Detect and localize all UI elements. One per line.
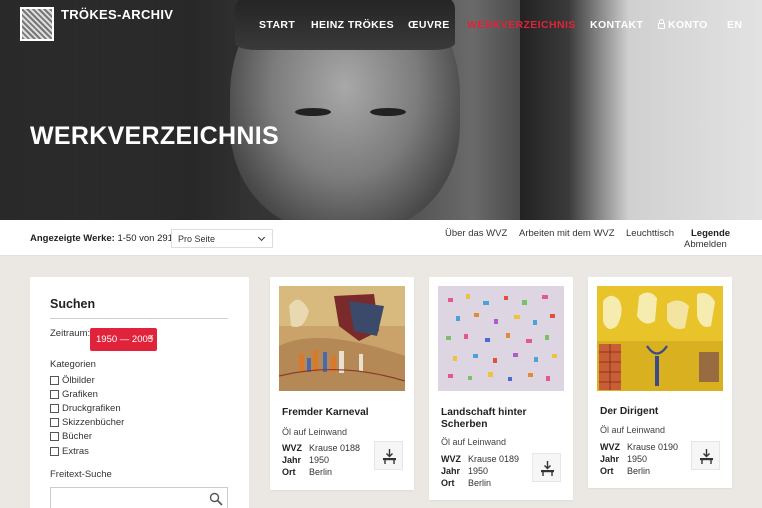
checkbox[interactable] [50, 403, 59, 413]
work-meta: WVZ Krause 0188 Jahr 1950 Ort Berlin [282, 443, 361, 477]
divider [50, 318, 228, 319]
search-sidebar: Suchen Zeitraum: 1950 — 2005 × Kategorie… [30, 277, 249, 508]
result-count: Angezeigte Werke: 1-50 von 2916 [30, 233, 179, 244]
page-title: WERKVERZEICHNIS [30, 122, 279, 150]
lightbox-add-icon [700, 449, 713, 464]
kategorien-label: Kategorien [50, 359, 96, 370]
checkbox[interactable] [50, 418, 59, 428]
kategorie-oelbilder[interactable]: Ölbilder [50, 373, 124, 387]
hero-banner: TRÖKES-ARCHIV START HEINZ TRÖKES ŒUVRE W… [0, 0, 762, 220]
kategorien-list: Ölbilder Grafiken Druckgrafiken Skizzenb… [50, 373, 124, 458]
nav-item-werkverzeichnis[interactable]: WERKVERZEICHNIS [467, 19, 576, 31]
work-title[interactable]: Landschaft hinter Scherben [441, 407, 566, 431]
nav-item-language-en[interactable]: EN [727, 19, 742, 31]
kategorie-buecher[interactable]: Bücher [50, 430, 124, 444]
search-icon[interactable] [209, 492, 223, 506]
hero-background [520, 0, 762, 220]
work-technique: Öl auf Leinwand [441, 437, 507, 447]
freitext-search-input[interactable] [50, 487, 228, 508]
kategorie-druckgrafiken[interactable]: Druckgrafiken [50, 401, 124, 415]
nav-item-heinz-troekes[interactable]: HEINZ TRÖKES [311, 19, 394, 31]
add-to-lightbox-button[interactable] [691, 441, 720, 470]
nav-item-oeuvre[interactable]: ŒUVRE [408, 19, 450, 31]
kategorie-extras[interactable]: Extras [50, 444, 124, 458]
lightbox-add-icon [383, 449, 396, 464]
work-card[interactable]: Fremder Karneval Öl auf Leinwand WVZ Krau… [270, 277, 414, 490]
checkbox[interactable] [50, 375, 59, 385]
chevron-down-icon [257, 233, 266, 242]
work-card[interactable]: Landschaft hinter Scherben Öl auf Leinwa… [429, 277, 573, 500]
zeitraum-filter-pill[interactable]: 1950 — 2005 × [90, 328, 157, 351]
kategorie-skizzenbuecher[interactable]: Skizzenbücher [50, 416, 124, 430]
work-title[interactable]: Fremder Karneval [282, 407, 407, 419]
lock-icon [658, 19, 665, 29]
checkbox[interactable] [50, 389, 59, 399]
link-leuchttisch[interactable]: Leuchttisch [626, 228, 674, 239]
results-toolbar: Angezeigte Werke: 1-50 von 2916 Pro Seit… [0, 220, 762, 256]
work-meta: WVZ Krause 0190 Jahr 1950 Ort Berlin [600, 442, 679, 476]
link-ueber-das-wvz[interactable]: Über das WVZ [445, 228, 507, 239]
artwork-image-der-dirigent[interactable] [597, 286, 723, 391]
link-legende[interactable]: Legende [691, 228, 730, 239]
lightbox-add-icon [541, 461, 554, 476]
work-meta: WVZ Krause 0189 Jahr 1950 Ort Berlin [441, 454, 520, 488]
zeitraum-label: Zeitraum: [50, 328, 91, 339]
freitext-label: Freitext-Suche [50, 469, 112, 480]
close-icon[interactable]: × [149, 332, 154, 342]
work-technique: Öl auf Leinwand [282, 427, 348, 437]
work-technique: Öl auf Leinwand [600, 425, 666, 435]
nav-item-konto[interactable]: KONTO [658, 19, 708, 31]
link-abmelden[interactable]: Abmelden [684, 239, 727, 250]
artwork-image-landschaft-hinter-scherben[interactable] [438, 286, 564, 391]
kategorie-grafiken[interactable]: Grafiken [50, 387, 124, 401]
main-nav: START HEINZ TRÖKES ŒUVRE WERKVERZEICHNIS… [0, 19, 762, 33]
link-arbeiten-mit-dem-wvz[interactable]: Arbeiten mit dem WVZ [519, 228, 615, 239]
nav-item-kontakt[interactable]: KONTAKT [590, 19, 643, 31]
checkbox[interactable] [50, 432, 59, 442]
work-card[interactable]: Der Dirigent Öl auf Leinwand WVZ Krause 0… [588, 277, 732, 488]
add-to-lightbox-button[interactable] [374, 441, 403, 470]
per-page-select[interactable]: Pro Seite [171, 229, 273, 248]
checkbox[interactable] [50, 446, 59, 456]
search-title: Suchen [50, 297, 96, 311]
nav-item-start[interactable]: START [259, 19, 295, 31]
artwork-image-fremder-karneval[interactable] [279, 286, 405, 391]
work-title[interactable]: Der Dirigent [600, 406, 725, 418]
add-to-lightbox-button[interactable] [532, 453, 561, 482]
